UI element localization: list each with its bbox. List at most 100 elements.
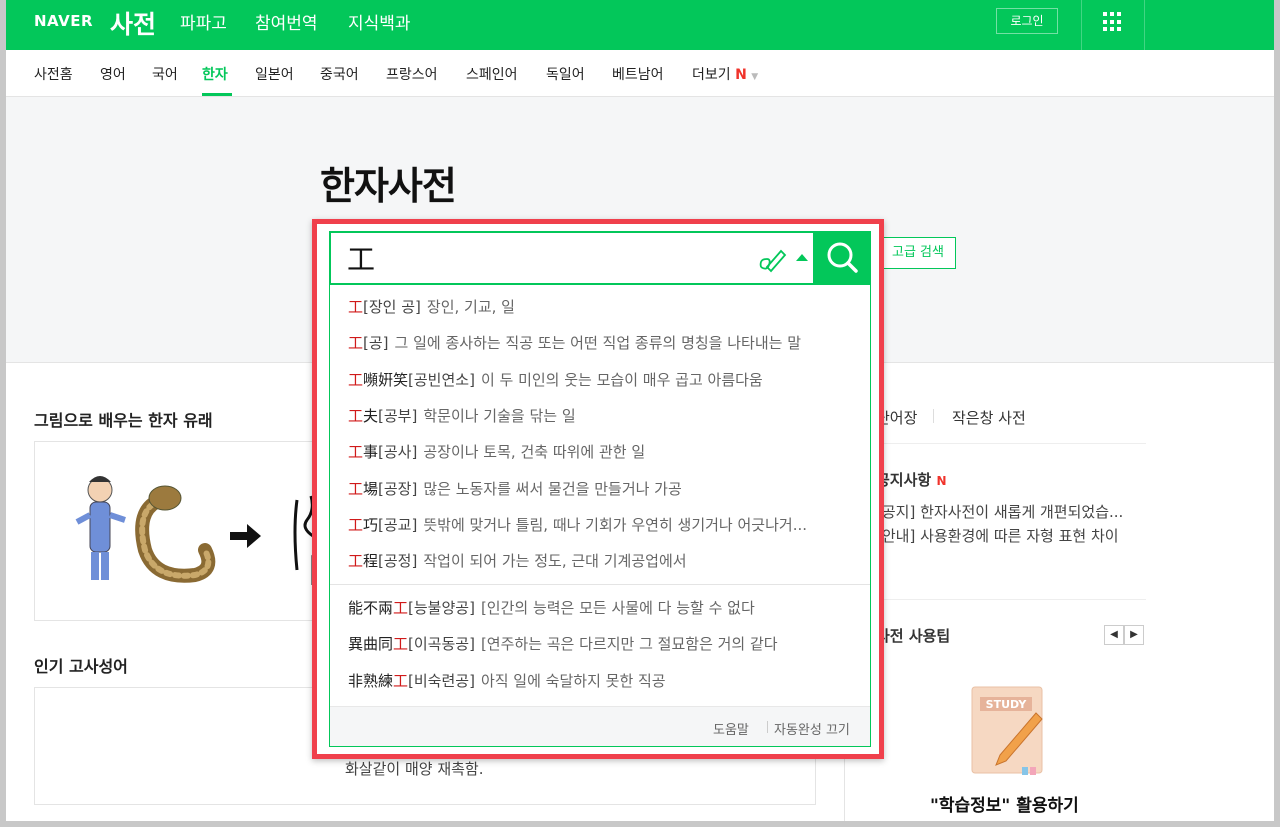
- nav-knowledge-encyclopedia[interactable]: 지식백과: [348, 9, 411, 34]
- idiom-suggestion-item-description: [연주하는 곡은 다르지만 그 절묘함은 거의 같다: [480, 635, 778, 654]
- nav-participation-translation[interactable]: 참여번역: [255, 9, 318, 34]
- tab-more[interactable]: 더보기 N ▼: [692, 64, 758, 84]
- nav-papago[interactable]: 파파고: [180, 9, 227, 34]
- naver-logo[interactable]: NAVER: [34, 12, 93, 30]
- dictionary-tabs: 사전홈 영어 국어 한자 일본어 중국어 프랑스어 스페인어 독일어 베트남어 …: [6, 50, 1274, 97]
- suggestion-list: 工[장인 공] 장인, 기교, 일 工[공] 그 일에 종사하는 직공 또는 어떤 직…: [329, 285, 871, 747]
- tab-french[interactable]: 프랑스어: [386, 64, 438, 84]
- suggestion-item[interactable]: 工場[공장] 많은 노동자를 써서 물건을 만들거나 가공: [348, 478, 682, 499]
- idiom-section-title: 인기 고사성어: [34, 657, 128, 676]
- page-title: 한자사전: [320, 164, 457, 208]
- handwriting-input-icon[interactable]: [757, 245, 787, 273]
- search-icon: [827, 242, 858, 273]
- collapse-caret-icon[interactable]: [796, 254, 808, 261]
- suggestion-item[interactable]: 工嚬姸笑[공빈연소] 이 두 미인의 웃는 모습이 매우 곱고 아름다움: [348, 369, 763, 390]
- suggestion-item-reading: [장인 공]: [363, 298, 421, 316]
- idiom-suggestion-item[interactable]: 非熟練工[비숙련공] 아직 일에 숙달하지 못한 직공: [348, 670, 666, 691]
- notice-item[interactable]: [안내] 사용환경에 따른 자형 표현 차이: [876, 525, 1142, 546]
- tab-spanish[interactable]: 스페인어: [466, 64, 518, 84]
- mini-dictionary-link[interactable]: 작은창 사전: [952, 407, 1026, 428]
- suggestion-item[interactable]: 工事[공사] 공장이나 토목, 건축 따위에 관한 일: [348, 441, 645, 462]
- suggestion-item-reading: [공부]: [378, 406, 418, 425]
- login-button[interactable]: 로그인: [996, 8, 1058, 34]
- tab-divider: [933, 409, 934, 423]
- suggestion-item-hanja: 嚬姸笑: [363, 370, 409, 389]
- idiom-suggestion-item-description: 아직 일에 숙달하지 못한 직공: [480, 671, 666, 690]
- suggestion-item-description: 작업이 되어 가는 정도, 근대 기계공업에서: [423, 552, 687, 571]
- idiom-suggestion-item-highlight: 工: [393, 635, 409, 654]
- suggestion-item[interactable]: 工[장인 공] 장인, 기교, 일: [348, 296, 515, 317]
- notice-title[interactable]: 공지사항 N: [876, 469, 946, 490]
- tips-title: 사전 사용팁: [876, 627, 951, 645]
- dictionary-home-link[interactable]: 사전: [110, 5, 156, 41]
- suggestion-item-reading: [공사]: [378, 443, 418, 462]
- tab-chinese[interactable]: 중국어: [320, 64, 359, 84]
- idiom-meaning-text: 화살같이 매양 재촉함.: [345, 760, 484, 778]
- suggestion-item-reading: [공정]: [378, 552, 418, 571]
- suggestion-item-hanja: 巧: [363, 515, 379, 534]
- suggestion-item-highlight: 工: [348, 479, 364, 498]
- suggestion-item-reading: [공빈연소]: [408, 370, 475, 389]
- suggestion-item-reading: [공교]: [378, 515, 418, 534]
- suggestion-item[interactable]: 工夫[공부] 학문이나 기술을 닦는 일: [348, 405, 576, 426]
- advanced-search-button[interactable]: 고급 검색: [880, 237, 956, 269]
- help-link[interactable]: 도움말: [713, 719, 749, 738]
- notice-item[interactable]: [공지] 한자사전이 새롭게 개편되었습...: [876, 501, 1142, 522]
- study-badge: STUDY: [986, 698, 1028, 711]
- suggestion-item-reading: [공]: [363, 334, 389, 353]
- search-input[interactable]: [347, 239, 727, 277]
- idiom-suggestion-item[interactable]: 異曲同工[이곡동공] [연주하는 곡은 다르지만 그 절묘함은 거의 같다: [348, 633, 778, 654]
- next-arrow-icon[interactable]: ▶: [1124, 625, 1144, 645]
- search-button[interactable]: [813, 231, 871, 285]
- suggestion-item-description: 뜻밖에 맞거나 틀림, 때나 기회가 우연히 생기거나 어긋나거...: [423, 515, 807, 534]
- tab-hanja[interactable]: 한자: [202, 64, 228, 84]
- idiom-suggestion-item[interactable]: 能不兩工[능불양공] [인간의 능력은 모든 사물에 다 능할 수 없다: [348, 597, 755, 618]
- suggestion-divider: [330, 584, 870, 585]
- suggestion-item-description: 그 일에 종사하는 직공 또는 어떤 직업 종류의 명칭을 나타내는 말: [394, 334, 802, 353]
- suggestion-footer: 도움말 자동완성 끄기: [330, 706, 870, 746]
- suggestion-item[interactable]: 工巧[공교] 뜻밖에 맞거나 틀림, 때나 기회가 우연히 생기거나 어긋나거..…: [348, 514, 807, 535]
- top-header: NAVER 사전 파파고 참여번역 지식백과 로그인: [6, 0, 1274, 50]
- suggestion-item-hanja: 事: [363, 443, 379, 462]
- idiom-suggestion-item-highlight: 工: [393, 671, 409, 690]
- autocomplete-off-link[interactable]: 자동완성 끄기: [774, 719, 850, 738]
- idiom-suggestion-item-reading: [이곡동공]: [408, 635, 475, 654]
- tab-japanese[interactable]: 일본어: [255, 64, 294, 84]
- page: NAVER 사전 파파고 참여번역 지식백과 로그인 사전홈 영어 국어 한자 …: [6, 0, 1274, 821]
- suggestion-item-highlight: 工: [348, 552, 364, 571]
- suggestion-item-highlight: 工: [348, 406, 364, 425]
- header-divider: [1144, 0, 1145, 50]
- suggestion-item-highlight: 工: [348, 443, 364, 462]
- tab-vietnamese[interactable]: 베트남어: [612, 64, 664, 84]
- suggestion-item[interactable]: 工[공] 그 일에 종사하는 직공 또는 어떤 직업 종류의 명칭을 나타내는 말: [348, 332, 801, 353]
- chevron-down-icon: ▼: [751, 72, 759, 82]
- suggestion-item-highlight: 工: [348, 298, 364, 316]
- suggestion-item-hanja: 場: [363, 479, 379, 498]
- tab-korean[interactable]: 국어: [152, 64, 178, 84]
- tab-dictionary-home[interactable]: 사전홈: [34, 64, 73, 84]
- suggestion-item-description: 이 두 미인의 웃는 모습이 매우 곱고 아름다움: [480, 370, 763, 389]
- apps-grid-icon[interactable]: [1103, 12, 1123, 32]
- divider: [866, 443, 1146, 444]
- suggestion-item-highlight: 工: [348, 370, 364, 389]
- suggestion-item-hanja: 程: [363, 552, 379, 571]
- tab-german[interactable]: 독일어: [546, 64, 585, 84]
- suggestion-item[interactable]: 工程[공정] 작업이 되어 가는 정도, 근대 기계공업에서: [348, 550, 687, 571]
- new-badge: N: [936, 474, 947, 488]
- prev-arrow-icon[interactable]: ◀: [1104, 625, 1124, 645]
- active-tab-underline: [202, 93, 232, 96]
- study-info-link[interactable]: "학습정보" 활용하기: [930, 791, 1079, 816]
- suggestion-item-description: 장인, 기교, 일: [426, 298, 515, 316]
- search-box: [329, 231, 871, 285]
- tab-more-label: 더보기: [692, 67, 731, 83]
- suggestion-item-reading: [공장]: [378, 479, 418, 498]
- origin-section-title: 그림으로 배우는 한자 유래: [34, 411, 213, 430]
- idiom-suggestion-item-hanja: 能不兩: [348, 599, 394, 617]
- tab-english[interactable]: 영어: [100, 64, 126, 84]
- search-autocomplete-panel: 工[장인 공]장인, 기교, 일工[공]그 일에 종사하는 직공 또는 어떤 직…: [312, 219, 884, 759]
- study-notebook-icon: STUDY: [971, 686, 1043, 775]
- idiom-suggestion-item-reading: [능불양공]: [408, 599, 475, 617]
- idiom-suggestion-item-hanja: 非熟練: [348, 671, 394, 690]
- idiom-suggestion-item-reading: [비숙련공]: [408, 671, 475, 690]
- idiom-suggestion-item-hanja: 異曲同: [348, 635, 394, 654]
